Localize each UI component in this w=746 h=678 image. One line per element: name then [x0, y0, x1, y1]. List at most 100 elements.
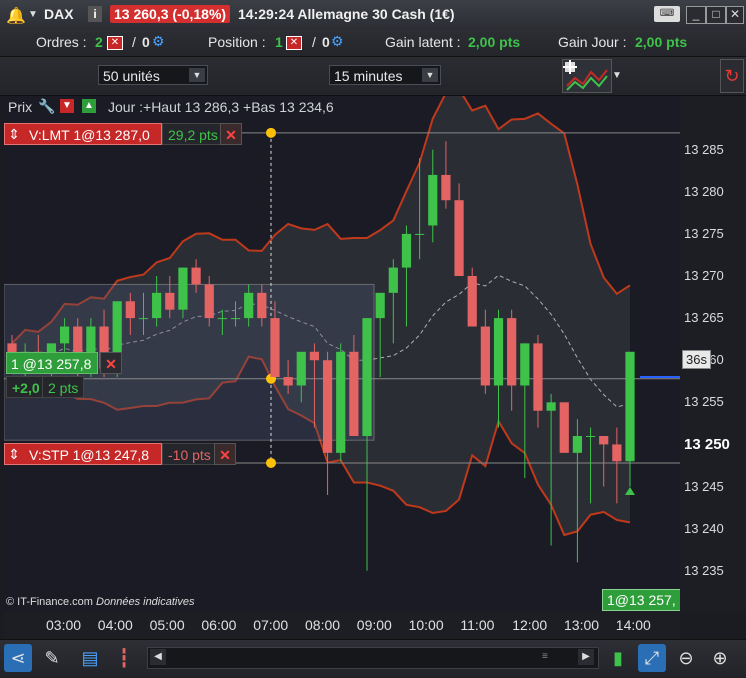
candle-body	[244, 292, 254, 319]
chart-scrollbar[interactable]: ◀ ≡ ▶	[147, 647, 599, 669]
cancel-limit-order-icon[interactable]: ✕	[220, 123, 242, 145]
y-tick-label: 13 270	[684, 268, 724, 283]
refresh-icon[interactable]: ↻	[720, 59, 744, 93]
info-bar: Ordres : 2 ✕ / 0 ⚙ Position : 1 ✕ / 0 ⚙ …	[0, 30, 746, 57]
candle-body	[375, 292, 385, 319]
chart-style-icon[interactable]: ▮	[604, 644, 632, 672]
wrench-icon[interactable]: 🔧	[38, 98, 55, 115]
limit-order-button[interactable]: ⇕ V:LMT 1@13 287,0	[4, 123, 162, 145]
buy-arrow-icon[interactable]: ▲	[82, 99, 96, 113]
candle-body	[204, 284, 214, 319]
position-sep: /	[312, 34, 316, 50]
drag-arrow-icon[interactable]: ⇕	[7, 446, 21, 462]
position-text: 1 @13 257,8	[11, 356, 92, 372]
gear-icon[interactable]: ⚙	[152, 33, 165, 50]
watermark-note: Données indicatives	[96, 596, 195, 608]
candle-body	[270, 318, 280, 378]
position-tag: 1@13 257,	[602, 589, 681, 611]
orders-sep: /	[132, 34, 136, 50]
candle-body	[336, 351, 346, 453]
scroll-grip-icon[interactable]: ≡	[542, 651, 548, 662]
watermark-source: © IT-Finance.com	[6, 596, 93, 608]
stop-order-button[interactable]: ⇕ V:STP 1@13 247,8	[4, 443, 162, 465]
cancel-orders-icon[interactable]: ✕	[107, 36, 123, 50]
candle-body	[467, 276, 477, 327]
candle-body	[309, 351, 320, 361]
sell-arrow-icon[interactable]: ▼	[60, 99, 74, 113]
time-axis[interactable]: 03:00 04:00 05:00 06:00 07:00 08:00 09:00 10:00…	[4, 611, 680, 639]
candle-body	[296, 351, 306, 386]
y-tick-label: 13 240	[684, 520, 724, 536]
gear-icon[interactable]: ⚙	[331, 33, 344, 50]
candle-body	[138, 318, 149, 320]
chevron-down-icon[interactable]: ▼	[612, 70, 622, 81]
minimize-button[interactable]: _	[686, 6, 706, 24]
candle-body	[454, 200, 464, 276]
position-pts: 2 pts	[42, 376, 85, 398]
candles-icon[interactable]: ┇	[110, 644, 138, 672]
position-count: 1	[275, 34, 283, 50]
chevron-down-icon[interactable]: ▼	[28, 9, 38, 20]
orders-count: 2	[95, 34, 103, 50]
close-button[interactable]: ✕	[726, 6, 744, 24]
close-position-icon[interactable]: ✕	[100, 352, 122, 374]
orders-label: Ordres :	[36, 34, 87, 50]
gain-latent-label: Gain latent :	[385, 34, 461, 50]
x-tick-label: 14:00	[615, 617, 651, 633]
candle-body	[349, 351, 359, 436]
position-button[interactable]: 1 @13 257,8	[6, 352, 98, 374]
position-label: Position :	[208, 34, 266, 50]
x-tick-label: 12:00	[512, 617, 548, 633]
candle-body	[191, 267, 201, 285]
candle-body	[283, 377, 293, 386]
price-axis[interactable]: 13 28513 28013 27513 27013 26513 26013 2…	[680, 96, 746, 611]
order-handle	[266, 457, 276, 468]
drawing-tool-icon[interactable]: ✎	[38, 644, 66, 672]
zoom-fit-icon[interactable]: ⤢	[638, 644, 666, 672]
candle-body	[625, 351, 635, 462]
candle-body	[125, 301, 135, 319]
candle-body	[480, 326, 490, 386]
price-chart[interactable]: Prix 🔧 ▼ ▲ Jour :+Haut 13 286,3 +Bas 13 …	[4, 96, 681, 611]
units-value: 50 unités	[103, 68, 160, 84]
chart-toolbar: 50 unités ▼ 15 minutes ▼ ▼ ↻	[0, 57, 746, 96]
candle-body	[428, 174, 438, 226]
zoom-in-icon[interactable]: ⊕	[706, 644, 734, 672]
bell-icon[interactable]: 🔔	[6, 6, 26, 26]
timeframe-select[interactable]: 15 minutes ▼	[329, 65, 441, 85]
y-tick-label: 13 265	[684, 310, 724, 326]
candle-body	[362, 318, 372, 436]
maximize-button[interactable]: □	[706, 6, 726, 24]
order-handle	[266, 127, 276, 138]
gain-latent-value: 2,00 pts	[468, 34, 521, 50]
title-bar: 🔔 ▼ DAX i 13 260,3 (-0,18%) 14:29:24 All…	[0, 0, 746, 31]
scroll-left-icon[interactable]: ◀	[150, 649, 166, 665]
candle-body	[217, 318, 227, 320]
indicators-button[interactable]	[562, 59, 612, 93]
x-tick-label: 03:00	[46, 617, 82, 633]
stop-order-pts: -10 pts	[162, 443, 217, 465]
price-badge: 13 260,3 (-0,18%)	[110, 5, 231, 23]
symbol-name[interactable]: DAX	[44, 6, 74, 22]
cancel-stop-order-icon[interactable]: ✕	[214, 443, 236, 465]
x-tick-label: 11:00	[460, 617, 495, 633]
scroll-right-icon[interactable]: ▶	[578, 649, 594, 665]
info-icon[interactable]: i	[88, 6, 102, 22]
candle-body	[546, 402, 556, 411]
limit-order-text: V:LMT 1@13 287,0	[29, 127, 150, 143]
x-tick-label: 13:00	[564, 617, 600, 633]
close-position-icon[interactable]: ✕	[286, 36, 302, 50]
notes-icon[interactable]: ▤	[76, 644, 104, 672]
candle-body	[599, 436, 609, 445]
candle-body	[559, 402, 569, 453]
zoom-out-icon[interactable]: ⊖	[672, 644, 700, 672]
share-icon[interactable]: ⋖	[4, 644, 32, 672]
add-indicator-icon	[563, 60, 608, 91]
units-select[interactable]: 50 unités ▼	[98, 65, 208, 85]
drag-arrow-icon[interactable]: ⇕	[7, 126, 21, 142]
keyboard-icon[interactable]: ⌨	[654, 6, 680, 22]
y-tick-label: 13 255	[684, 394, 724, 410]
gain-jour-value: 2,00 pts	[635, 34, 688, 50]
candle-body	[322, 360, 333, 453]
candle-body	[507, 318, 517, 386]
